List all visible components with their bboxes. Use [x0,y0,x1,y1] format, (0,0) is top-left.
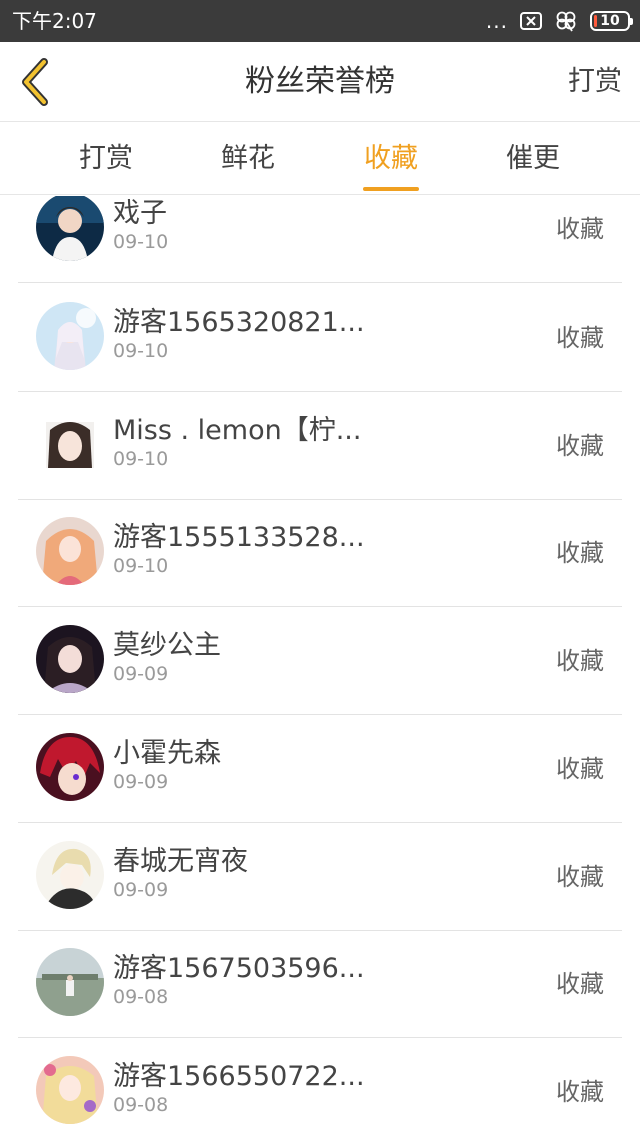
tab-tip[interactable]: 打赏 [36,123,176,195]
sim-icon [520,11,542,31]
header-bar: 粉丝荣誉榜 打赏 [0,42,640,122]
action-label: 收藏 [556,539,604,567]
tab-urge-update[interactable]: 催更 [463,123,603,195]
page-title: 粉丝荣誉榜 [245,64,395,99]
more-dots-icon: ... [485,9,508,33]
status-icons: ... 10 [485,8,633,34]
action-label: 收藏 [556,432,604,460]
clover-icon [554,9,578,33]
list-item[interactable]: 游客1567503596... 09-08 收藏 [18,930,622,1038]
user-name: 小霍先森 [113,738,221,769]
list-item[interactable]: 游客1565320821... 09-10 收藏 [18,284,622,392]
battery-low-indicator [594,15,597,27]
list-item[interactable]: 游客1555133528... 09-10 收藏 [18,499,622,607]
list-item[interactable]: 莫纱公主 09-09 收藏 [18,607,622,715]
list-item[interactable]: 戏子 09-10 收藏 [18,196,622,283]
avatar [36,841,104,909]
avatar [36,733,104,801]
avatar [36,302,104,370]
date-label: 09-09 [113,663,169,685]
date-label: 09-08 [113,1094,169,1116]
action-label: 收藏 [556,324,604,352]
list-item[interactable]: 春城无宵夜 09-09 收藏 [18,823,622,931]
date-label: 09-10 [113,555,169,577]
action-label: 收藏 [556,863,604,891]
user-name: Miss . lemon【柠... [113,415,362,446]
tab-favorites-label: 收藏 [364,143,418,174]
action-label: 收藏 [556,647,604,675]
action-label: 收藏 [556,970,604,998]
date-label: 09-10 [113,448,169,470]
avatar [36,1056,104,1124]
list-item[interactable]: 小霍先森 09-09 收藏 [18,715,622,823]
list-item[interactable]: 游客1566550722... 09-08 收藏 [18,1038,622,1138]
date-label: 09-08 [113,986,169,1008]
battery-icon: 10 [590,11,633,31]
date-label: 09-10 [113,231,169,253]
avatar [36,517,104,585]
tab-bar: 打赏 鲜花 收藏 催更 [0,123,640,195]
action-label: 收藏 [556,1078,604,1106]
date-label: 09-09 [113,771,169,793]
user-name: 游客1565320821... [113,307,365,338]
user-name: 游客1555133528... [113,522,365,553]
avatar [36,410,104,478]
chevron-left-icon [22,58,48,106]
action-label: 收藏 [556,755,604,783]
user-name: 游客1567503596... [113,953,365,984]
user-name: 莫纱公主 [113,630,221,661]
list-item[interactable]: Miss . lemon【柠... 09-10 收藏 [18,392,622,500]
tab-flowers[interactable]: 鲜花 [178,123,318,195]
user-name: 春城无宵夜 [113,846,248,877]
tab-favorites[interactable]: 收藏 [321,123,461,195]
action-label: 收藏 [556,215,604,243]
avatar [36,625,104,693]
status-time: 下午2:07 [12,9,97,33]
back-button[interactable] [14,56,58,108]
user-name: 戏子 [113,198,167,229]
avatar [36,196,104,261]
tab-active-indicator [363,187,419,191]
status-bar: 下午2:07 ... 10 [0,0,640,42]
date-label: 09-10 [113,340,169,362]
tip-button[interactable]: 打赏 [568,42,622,122]
avatar [36,948,104,1016]
battery-level: 10 [600,13,620,29]
date-label: 09-09 [113,879,169,901]
fan-list: 戏子 09-10 收藏 游客1565320821... 09-10 收藏 Mis… [0,196,640,1138]
user-name: 游客1566550722... [113,1061,365,1092]
